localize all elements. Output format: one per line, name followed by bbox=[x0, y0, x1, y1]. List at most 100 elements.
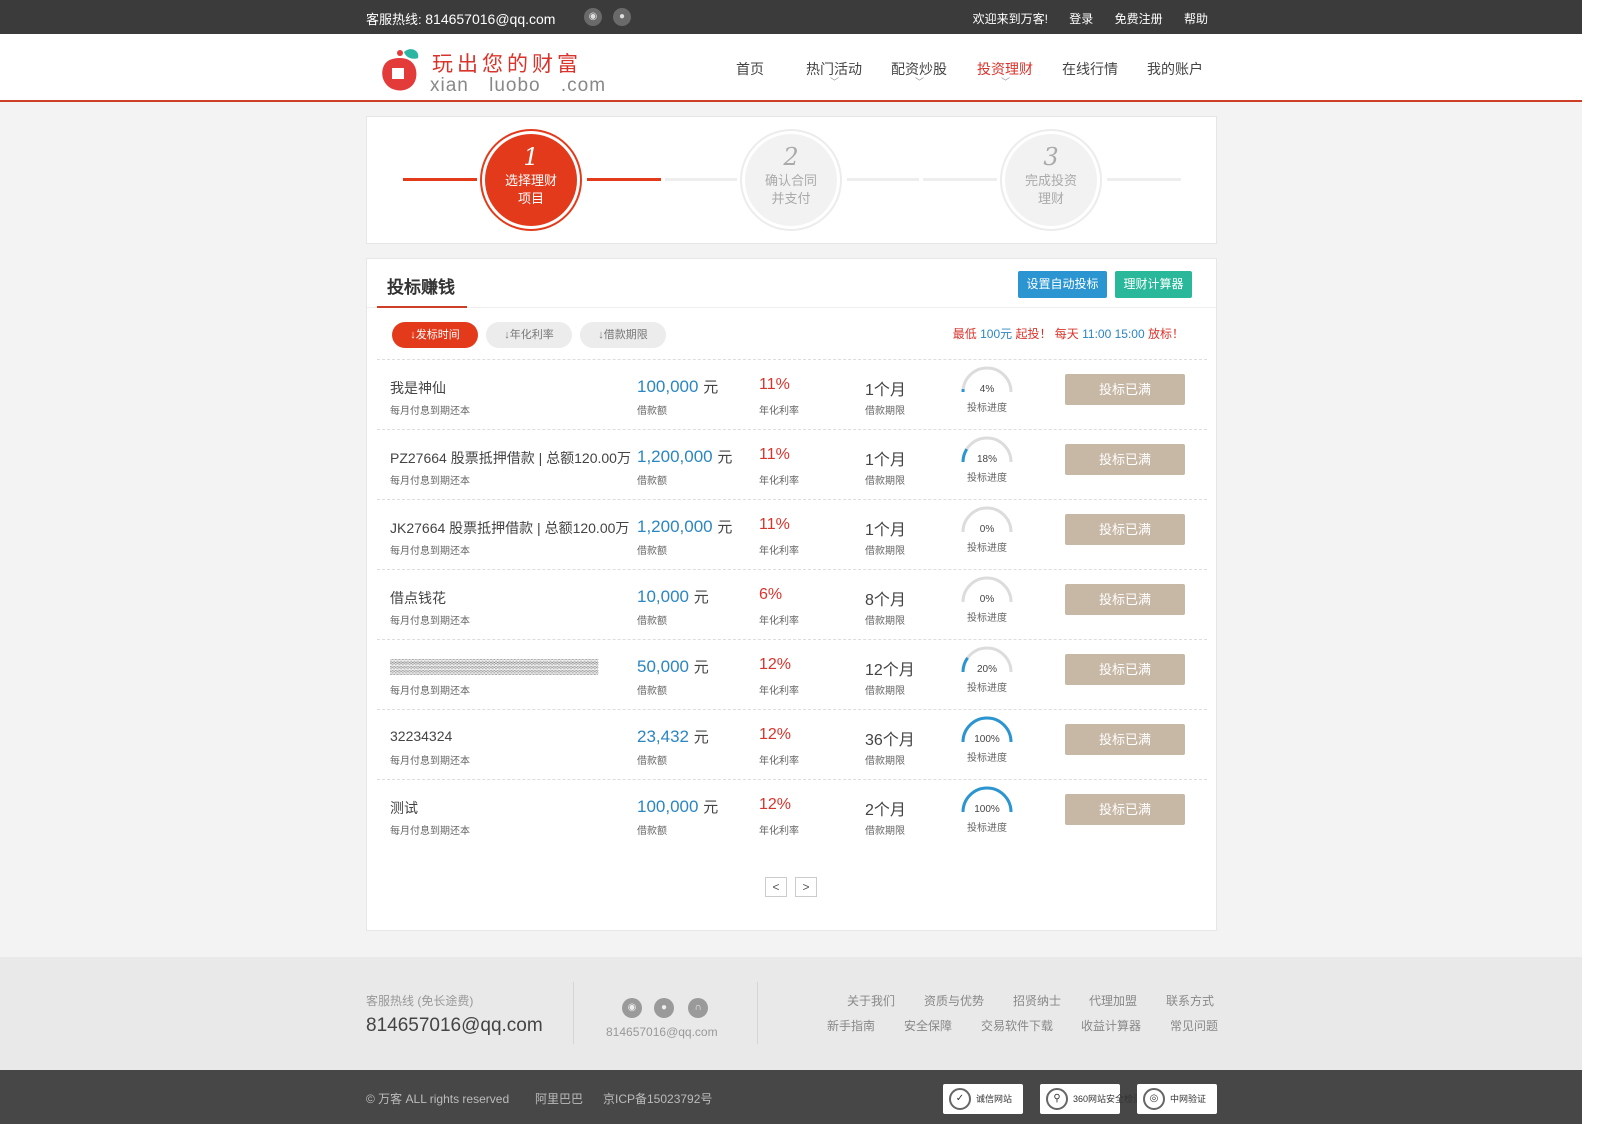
loan-name[interactable]: 借点钱花 bbox=[390, 588, 446, 608]
progress-percent: 18% bbox=[976, 454, 997, 465]
bid-full-button[interactable]: 投标已满 bbox=[1065, 654, 1185, 685]
verify-badge[interactable]: ◎ 中网验证 bbox=[1137, 1084, 1217, 1114]
rate-label: 年化利率 bbox=[759, 686, 799, 697]
footer-link-qualification[interactable]: 资质与优势 bbox=[924, 992, 984, 1009]
bid-full-button[interactable]: 投标已满 bbox=[1065, 444, 1185, 475]
progress-label: 投标进度 bbox=[967, 403, 1007, 414]
step-2: 2 确认合同并支付 bbox=[745, 134, 837, 226]
wechat-icon[interactable]: ● bbox=[654, 998, 674, 1018]
annual-rate: 12% bbox=[759, 656, 792, 673]
loan-name[interactable]: 32234324 bbox=[390, 728, 452, 744]
loan-name[interactable]: ▒▒▒▒▒▒▒▒▒▒▒▒▒▒▒▒▒▒▒▒▒ bbox=[390, 658, 598, 674]
loan-name[interactable]: 测试 bbox=[390, 798, 418, 818]
loan-amount: 1,200,000 元 bbox=[637, 517, 733, 536]
rate-label: 年化利率 bbox=[759, 756, 799, 767]
table-row[interactable]: 借点钱花 每月付息到期还本 10,000 元借款额 6% 年化利率 8个月 借款期限 0% 投标… bbox=[377, 569, 1207, 639]
table-row[interactable]: 测试 每月付息到期还本 100,000 元借款额 12% 年化利率 2个月 借款期限 100%… bbox=[377, 779, 1207, 849]
table-row[interactable]: 我是神仙 每月付息到期还本 100,000 元借款额 11% 年化利率 1个月 借款期限 4%… bbox=[377, 359, 1207, 429]
footer-link-calculator[interactable]: 收益计算器 bbox=[1081, 1017, 1141, 1034]
progress-percent: 4% bbox=[979, 384, 995, 395]
topbar-hotline: 客服热线: 814657016@qq.com bbox=[366, 11, 556, 27]
nav-margin-trading[interactable]: 配资炒股 ﹀ bbox=[891, 59, 947, 87]
progress-label: 投标进度 bbox=[967, 473, 1007, 484]
footer-link-guide[interactable]: 新手指南 bbox=[827, 1017, 875, 1034]
repay-method: 每月付息到期还本 bbox=[390, 476, 470, 487]
bid-list-panel: 投标赚钱 设置自动投标 理财计算器 ↓发标时间 ↓年化利率 ↓借款期限 最低 1… bbox=[366, 258, 1217, 931]
help-link[interactable]: 帮助 bbox=[1184, 12, 1208, 26]
logo-domain: xian luobo .com bbox=[430, 75, 607, 96]
amount-label: 借款额 bbox=[637, 686, 667, 697]
loan-name[interactable]: JK27664 股票抵押借款 | 总额120.00万 bbox=[390, 518, 629, 538]
nav-home[interactable]: 首页 bbox=[736, 59, 764, 79]
bid-full-button[interactable]: 投标已满 bbox=[1065, 374, 1185, 405]
bid-full-button[interactable]: 投标已满 bbox=[1065, 724, 1185, 755]
wechat-icon[interactable]: ● bbox=[613, 8, 631, 26]
table-row[interactable]: 32234324 每月付息到期还本 23,432 元借款额 12% 年化利率 36个月 借款… bbox=[377, 709, 1207, 779]
footer-link-faq[interactable]: 常见问题 bbox=[1170, 1017, 1218, 1034]
table-row[interactable]: PZ27664 股票抵押借款 | 总额120.00万 每月付息到期还本 1,200,… bbox=[377, 429, 1207, 499]
sort-by-time-button[interactable]: ↓发标时间 bbox=[392, 322, 478, 348]
progress-steps: 1 选择理财项目 2 确认合同并支付 3 完成投资理财 bbox=[366, 116, 1217, 244]
partner-link[interactable]: 阿里巴巴 bbox=[535, 1090, 583, 1107]
weibo-icon[interactable]: ◉ bbox=[622, 998, 642, 1018]
footer-link-contact[interactable]: 联系方式 bbox=[1166, 992, 1214, 1009]
progress-label: 投标进度 bbox=[967, 613, 1007, 624]
shield-icon: ✓ bbox=[949, 1088, 971, 1110]
footer-link-about[interactable]: 关于我们 bbox=[847, 992, 895, 1009]
footer-link-download[interactable]: 交易软件下载 bbox=[981, 1017, 1053, 1034]
sort-by-term-button[interactable]: ↓借款期限 bbox=[580, 322, 666, 348]
weibo-icon[interactable]: ◉ bbox=[584, 8, 602, 26]
prev-page-button[interactable]: < bbox=[765, 877, 787, 897]
nav-my-account[interactable]: 我的账户 bbox=[1147, 59, 1203, 79]
icp-number[interactable]: 京ICP备15023792号 bbox=[603, 1090, 712, 1107]
login-link[interactable]: 登录 bbox=[1069, 12, 1093, 26]
term-label: 借款期限 bbox=[865, 406, 905, 417]
sort-by-rate-button[interactable]: ↓年化利率 bbox=[486, 322, 572, 348]
trust-badge[interactable]: ✓ 诚信网站 bbox=[943, 1084, 1023, 1114]
footer-link-jobs[interactable]: 招贤纳士 bbox=[1013, 992, 1061, 1009]
footer-link-agency[interactable]: 代理加盟 bbox=[1089, 992, 1137, 1009]
auto-bid-button[interactable]: 设置自动投标 bbox=[1018, 271, 1107, 298]
security-badge[interactable]: ⚲ 360网站安全检测 bbox=[1040, 1084, 1142, 1114]
amount-label: 借款额 bbox=[637, 616, 667, 627]
progress-gauge: 4% 投标进度 bbox=[957, 365, 1017, 419]
loan-name[interactable]: 我是神仙 bbox=[390, 378, 446, 398]
page: 客服热线: 814657016@qq.com ◉ ● 欢迎来到万客! 登录 免费… bbox=[0, 0, 1582, 1124]
progress-gauge: 0% 投标进度 bbox=[957, 575, 1017, 629]
scrollbar[interactable] bbox=[1582, 0, 1600, 1124]
table-row[interactable]: ▒▒▒▒▒▒▒▒▒▒▒▒▒▒▒▒▒▒▒▒▒ 每月付息到期还本 50,000 元借款额… bbox=[377, 639, 1207, 709]
progress-label: 投标进度 bbox=[967, 823, 1007, 834]
bid-full-button[interactable]: 投标已满 bbox=[1065, 584, 1185, 615]
nav-market[interactable]: 在线行情 bbox=[1062, 59, 1118, 79]
site-header: 玩出您的财富 xian luobo .com 首页 热门活动 ﹀ 配资炒股 ﹀ 投资… bbox=[0, 34, 1582, 102]
step-3: 3 完成投资理财 bbox=[1005, 134, 1097, 226]
nav-activities[interactable]: 热门活动 ﹀ bbox=[806, 59, 862, 87]
next-page-button[interactable]: > bbox=[795, 877, 817, 897]
chevron-down-icon: ﹀ bbox=[830, 77, 840, 87]
progress-label: 投标进度 bbox=[967, 543, 1007, 554]
divider bbox=[757, 982, 758, 1044]
bid-full-button[interactable]: 投标已满 bbox=[1065, 514, 1185, 545]
step-line bbox=[1107, 178, 1181, 181]
progress-percent: 20% bbox=[976, 664, 997, 675]
term-label: 借款期限 bbox=[865, 546, 905, 557]
loan-term: 1个月 bbox=[865, 382, 906, 399]
calculator-button[interactable]: 理财计算器 bbox=[1115, 271, 1192, 298]
headset-icon[interactable]: ∩ bbox=[688, 998, 708, 1018]
nav-investment[interactable]: 投资理财 ﹀ bbox=[977, 59, 1033, 87]
loan-name[interactable]: PZ27664 股票抵押借款 | 总额120.00万 bbox=[390, 448, 631, 468]
bid-full-button[interactable]: 投标已满 bbox=[1065, 794, 1185, 825]
loan-term: 36个月 bbox=[865, 732, 915, 749]
divider bbox=[573, 982, 574, 1044]
table-row[interactable]: JK27664 股票抵押借款 | 总额120.00万 每月付息到期还本 1,200,… bbox=[377, 499, 1207, 569]
loan-amount: 50,000 元 bbox=[637, 657, 709, 676]
term-label: 借款期限 bbox=[865, 826, 905, 837]
register-link[interactable]: 免费注册 bbox=[1115, 12, 1163, 26]
annual-rate: 11% bbox=[759, 376, 790, 393]
logo-icon[interactable] bbox=[380, 48, 419, 91]
rate-label: 年化利率 bbox=[759, 616, 799, 627]
term-label: 借款期限 bbox=[865, 686, 905, 697]
progress-gauge: 20% 投标进度 bbox=[957, 645, 1017, 699]
footer-link-security[interactable]: 安全保障 bbox=[904, 1017, 952, 1034]
loan-amount: 100,000 元 bbox=[637, 797, 719, 816]
